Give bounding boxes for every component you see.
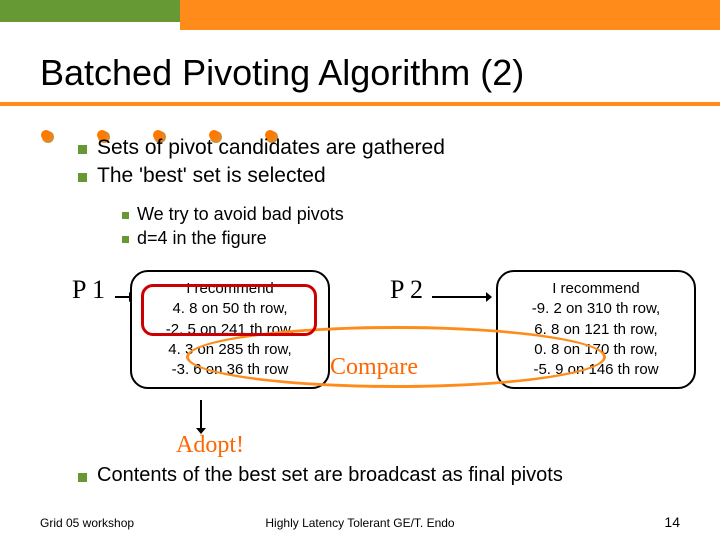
process-p1-box: I recommend 4. 8 on 50 th row, -2. 5 on … (130, 270, 330, 389)
bullet-level1: The 'best' set is selected (78, 164, 326, 188)
bullet-text: Sets of pivot candidates are gathered (97, 136, 445, 160)
footer-page-number: 14 (664, 514, 680, 530)
adopt-label: Adopt! (176, 432, 244, 459)
bullet-text: We try to avoid bad pivots (137, 204, 344, 225)
arrow-right-icon (432, 290, 492, 304)
bullet-square-icon (78, 173, 87, 182)
dot-icon (42, 131, 54, 143)
slide: { "title": "Batched Pivoting Algorithm (… (0, 0, 720, 540)
process-p2-box: I recommend -9. 2 on 310 th row, 6. 8 on… (496, 270, 696, 389)
bullet-square-icon (122, 236, 129, 243)
arrow-down-icon (194, 400, 208, 434)
bullet-text: d=4 in the figure (137, 228, 267, 249)
title-underline (0, 102, 720, 106)
slide-title: Batched Pivoting Algorithm (2) (40, 52, 524, 94)
bullet-level2: d=4 in the figure (122, 228, 267, 249)
bullet-level1: Sets of pivot candidates are gathered (78, 136, 445, 160)
bullet-square-icon (78, 145, 87, 154)
process-p2-label: P 2 (390, 275, 423, 305)
process-p2-text: I recommend -9. 2 on 310 th row, 6. 8 on… (532, 280, 660, 378)
bullet-level2: We try to avoid bad pivots (122, 204, 344, 225)
bullet-text: Contents of the best set are broadcast a… (97, 464, 563, 487)
bullet-square-icon (78, 473, 87, 482)
bullet-square-icon (122, 212, 129, 219)
process-p1-label: P 1 (72, 275, 105, 305)
bullet-level1: Contents of the best set are broadcast a… (78, 464, 563, 487)
header-bar (0, 0, 720, 30)
bullet-text: The 'best' set is selected (97, 164, 326, 188)
header-orange-strip (180, 0, 720, 30)
footer-center: Highly Latency Tolerant GE/T. Endo (0, 516, 720, 530)
process-p1-text: I recommend 4. 8 on 50 th row, -2. 5 on … (166, 280, 294, 378)
compare-label: Compare (330, 354, 418, 381)
